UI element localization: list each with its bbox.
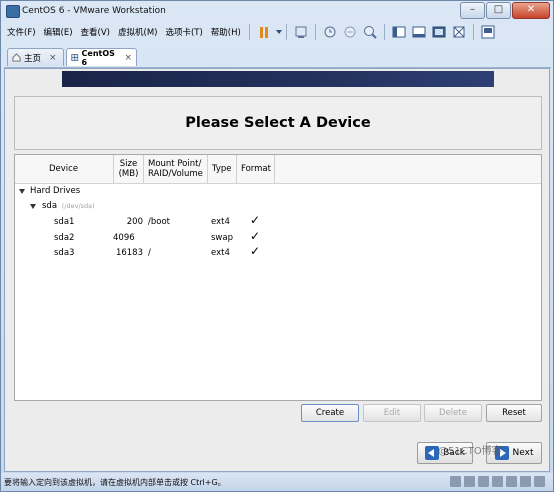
window-title: CentOS 6 - VMware Workstation bbox=[22, 6, 166, 16]
unity-icon[interactable] bbox=[451, 24, 467, 40]
send-ctrl-alt-del-icon[interactable] bbox=[293, 24, 309, 40]
status-bar: 要将输入定向到该虚拟机，请在虚拟机内部单击或按 Ctrl+G。 bbox=[1, 473, 553, 491]
partition-type: ext4 bbox=[211, 217, 230, 227]
next-label: Next bbox=[512, 448, 534, 458]
expander-icon[interactable] bbox=[19, 189, 25, 194]
column-format[interactable]: Format bbox=[237, 155, 275, 183]
disk-row[interactable]: sda (/dev/sda) bbox=[42, 201, 95, 211]
column-size[interactable]: Size (MB) bbox=[114, 155, 144, 183]
window-controls: – □ ✕ bbox=[459, 2, 550, 19]
menu-bar: 文件(F) 编辑(E) 查看(V) 虚拟机(M) 选项卡(T) 帮助(H) bbox=[3, 21, 552, 43]
title-bar: CentOS 6 - VMware Workstation – □ ✕ bbox=[1, 1, 553, 21]
menu-help[interactable]: 帮助(H) bbox=[207, 26, 245, 38]
tab-centos6-label: CentOS 6 bbox=[81, 48, 115, 67]
thumbnail-view-icon[interactable] bbox=[480, 24, 496, 40]
fullscreen-icon[interactable] bbox=[431, 24, 447, 40]
close-icon[interactable]: × bbox=[49, 53, 57, 63]
toolbar-separator bbox=[248, 24, 250, 40]
close-window-button[interactable]: ✕ bbox=[512, 2, 550, 19]
menu-vm[interactable]: 虚拟机(M) bbox=[114, 26, 161, 38]
column-mount[interactable]: Mount Point/ RAID/Volume bbox=[144, 155, 208, 183]
snapshot-icon[interactable] bbox=[322, 24, 338, 40]
tree-group-label[interactable]: Hard Drives bbox=[30, 186, 80, 196]
delete-button[interactable]: Delete bbox=[424, 404, 482, 422]
disk-name: sda bbox=[42, 201, 58, 211]
tab-home-label: 主页 bbox=[24, 53, 42, 64]
partition-device: sda1 bbox=[54, 217, 75, 227]
chevron-down-icon[interactable] bbox=[275, 30, 282, 34]
status-message: 要将输入定向到该虚拟机，请在虚拟机内部单击或按 Ctrl+G。 bbox=[4, 478, 226, 487]
format-check-icon: ✓ bbox=[250, 213, 261, 227]
arrow-left-icon bbox=[425, 446, 440, 460]
column-mount-label: Mount Point/ bbox=[148, 159, 202, 169]
edit-button[interactable]: Edit bbox=[363, 404, 421, 422]
reset-button[interactable]: Reset bbox=[486, 404, 542, 422]
cdrom-icon[interactable] bbox=[464, 476, 475, 487]
device-tree[interactable]: Device Size (MB) Mount Point/ RAID/Volum… bbox=[14, 154, 542, 401]
format-check-icon: ✓ bbox=[250, 229, 261, 243]
toolbar-separator bbox=[472, 24, 474, 40]
vmware-app-icon bbox=[6, 5, 20, 18]
partition-device: sda2 bbox=[54, 233, 75, 243]
partition-device: sda3 bbox=[54, 248, 75, 258]
console-view-icon[interactable] bbox=[411, 24, 427, 40]
tab-home[interactable]: 主页 × bbox=[7, 48, 64, 66]
snapshot-manager-icon[interactable] bbox=[362, 24, 378, 40]
vm-console[interactable]: Please Select A Device Device Size (MB) … bbox=[4, 68, 550, 472]
network-icon[interactable] bbox=[478, 476, 489, 487]
partition-mount: / bbox=[148, 248, 151, 258]
home-icon bbox=[12, 53, 21, 62]
partition-size: 16183 bbox=[115, 248, 143, 258]
vm-icon bbox=[71, 54, 79, 61]
create-button[interactable]: Create bbox=[301, 404, 359, 422]
partition-size: 4096 bbox=[113, 233, 135, 243]
harddisk-icon[interactable] bbox=[450, 476, 461, 487]
column-size-unit: (MB) bbox=[118, 169, 139, 179]
printer-icon[interactable] bbox=[520, 476, 531, 487]
device-status-icons bbox=[450, 476, 545, 487]
column-mount-sublabel: RAID/Volume bbox=[148, 169, 203, 179]
menu-file[interactable]: 文件(F) bbox=[3, 26, 40, 38]
close-icon[interactable]: × bbox=[124, 53, 132, 63]
revert-snapshot-icon[interactable] bbox=[342, 24, 358, 40]
partition-type: ext4 bbox=[211, 248, 230, 258]
disk-path: (/dev/sda) bbox=[61, 202, 95, 210]
format-check-icon: ✓ bbox=[250, 244, 261, 258]
toolbar-separator bbox=[285, 24, 287, 40]
sound-icon[interactable] bbox=[506, 476, 517, 487]
partition-type: swap bbox=[211, 233, 233, 243]
display-icon[interactable] bbox=[534, 476, 545, 487]
pause-icon[interactable] bbox=[256, 24, 272, 40]
toolbar-separator bbox=[383, 24, 385, 40]
vmware-window: CentOS 6 - VMware Workstation – □ ✕ 文件(F… bbox=[0, 0, 554, 492]
minimize-button[interactable]: – bbox=[460, 2, 485, 19]
sidebar-view-icon[interactable] bbox=[391, 24, 407, 40]
tab-centos6[interactable]: CentOS 6 × bbox=[66, 48, 137, 67]
device-tree-header: Device Size (MB) Mount Point/ RAID/Volum… bbox=[15, 155, 541, 184]
menu-tabs[interactable]: 选项卡(T) bbox=[161, 26, 206, 38]
column-device[interactable]: Device bbox=[15, 155, 114, 183]
menu-edit[interactable]: 编辑(E) bbox=[40, 26, 77, 38]
watermark: @51CTO博客 bbox=[438, 446, 502, 457]
menu-view[interactable]: 查看(V) bbox=[77, 26, 114, 38]
installer-banner bbox=[62, 71, 494, 87]
page-title: Please Select A Device bbox=[14, 96, 542, 150]
tab-bar: 主页 × CentOS 6 × bbox=[4, 45, 551, 68]
expander-icon[interactable] bbox=[30, 204, 36, 209]
maximize-button[interactable]: □ bbox=[486, 2, 511, 19]
column-type[interactable]: Type bbox=[208, 155, 237, 183]
toolbar-separator bbox=[314, 24, 316, 40]
partition-size: 200 bbox=[126, 217, 143, 227]
column-size-label: Size bbox=[119, 159, 138, 169]
partition-mount: /boot bbox=[148, 217, 170, 227]
usb-icon[interactable] bbox=[492, 476, 503, 487]
